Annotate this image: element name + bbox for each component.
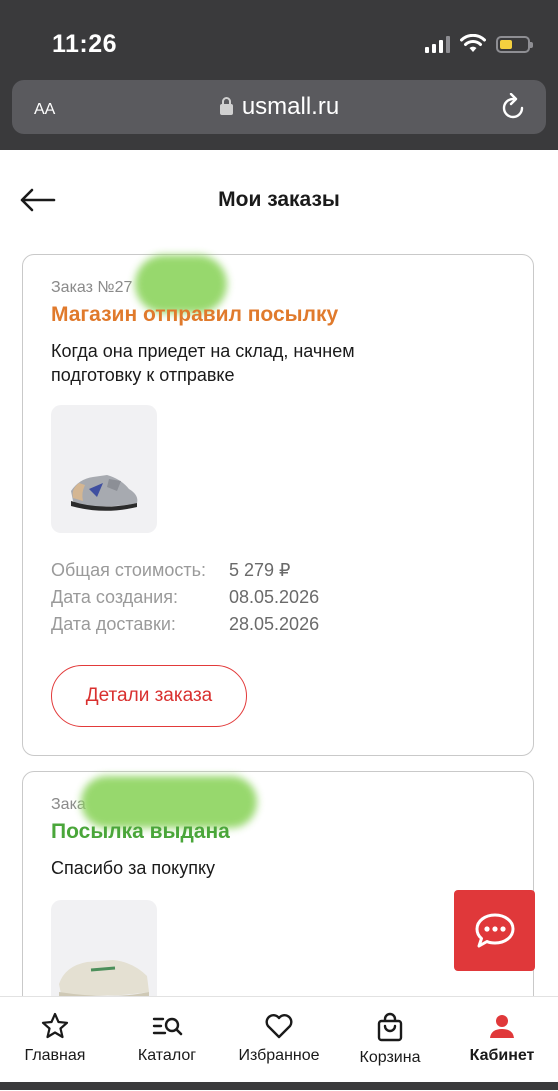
nav-item-cabinet[interactable]: Кабинет: [447, 1011, 557, 1065]
order-status: Магазин отправил посылку: [51, 303, 339, 326]
nav-label: Корзина: [359, 1049, 421, 1066]
url-field[interactable]: usmall.ru: [12, 93, 546, 121]
reload-icon[interactable]: [500, 93, 526, 121]
info-value: 28.05.2026: [229, 614, 320, 634]
browser-chrome: 11:26 AA usmall.ru: [0, 0, 558, 150]
user-icon: [490, 1015, 514, 1038]
heart-icon: [265, 1014, 293, 1039]
info-label: Дата доставки:: [51, 614, 176, 634]
nav-label: Каталог: [137, 1047, 197, 1064]
nav-item-home[interactable]: Главная: [0, 1011, 110, 1065]
bag-icon: [377, 1012, 403, 1042]
nav-item-cart[interactable]: Корзина: [335, 1011, 445, 1067]
order-description: Спасибо за покупку: [51, 858, 216, 878]
address-bar[interactable]: AA usmall.ru: [12, 80, 546, 134]
wifi-icon: [460, 34, 486, 52]
battery-level: [500, 39, 512, 49]
nav-label: Главная: [24, 1047, 86, 1064]
battery-icon: [496, 35, 533, 53]
chat-bubble-icon: [475, 913, 514, 947]
lock-icon: [219, 97, 233, 115]
info-label: Общая стоимость:: [51, 560, 206, 580]
order-description: Когда она приедет на склад, начнем подго…: [51, 341, 355, 385]
status-icons: [425, 34, 533, 54]
info-value: 5 279 ₽: [229, 560, 291, 580]
info-label: Дата создания:: [51, 587, 178, 607]
order-details-button[interactable]: Детали заказа: [51, 665, 247, 727]
product-image[interactable]: [51, 405, 157, 533]
page-title: Мои заказы: [218, 188, 340, 211]
page-header: Мои заказы: [0, 150, 558, 250]
sneaker-image: [71, 475, 138, 511]
catalog-search-icon: [152, 1017, 183, 1036]
cellular-signal-icon: [425, 35, 450, 53]
home-indicator: [0, 1082, 558, 1090]
info-value: 08.05.2026: [229, 587, 320, 607]
order-status: Посылка выдана: [51, 820, 230, 843]
star-icon: [41, 1012, 69, 1039]
url-text: usmall.ru: [241, 93, 340, 120]
order-number: Заказ №27: [51, 279, 133, 296]
status-time: 11:26: [52, 30, 118, 58]
chat-button[interactable]: [454, 890, 535, 971]
nav-label: Кабинет: [469, 1047, 535, 1064]
bottom-navigation: Главная Каталог Избранное Корзина Кабине…: [0, 996, 558, 1091]
nav-label: Избранное: [238, 1047, 320, 1064]
order-card: Заказ №27 Магазин отправил посылку Когда…: [22, 254, 534, 756]
nav-item-catalog[interactable]: Каталог: [112, 1011, 222, 1065]
nav-item-favorites[interactable]: Избранное: [224, 1011, 334, 1065]
